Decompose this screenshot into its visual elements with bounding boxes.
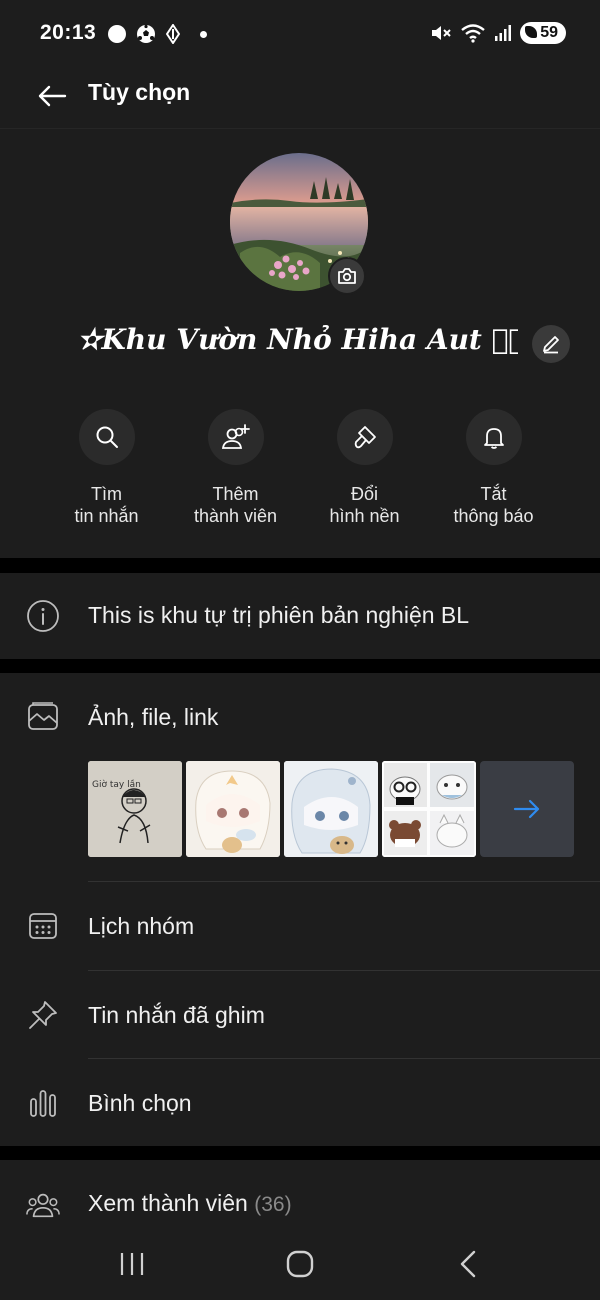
page-title: Tùy chọn — [88, 79, 191, 105]
media-row[interactable]: Ảnh, file, link — [0, 673, 600, 761]
media-strip: Giờ tay lần — [88, 761, 574, 857]
media-thumb[interactable] — [382, 761, 476, 857]
pencil-icon — [543, 336, 559, 354]
group-description: This is khu tự trị phiên bản nghiện BL — [88, 602, 470, 628]
quick-actions: Tìm tin nhắn Thêm thành viên Đổi hình nề… — [42, 409, 558, 527]
action-add-members[interactable]: Thêm thành viên — [171, 409, 300, 527]
media-thumb[interactable] — [284, 761, 378, 857]
description-row[interactable]: This is khu tự trị phiên bản nghiện BL — [0, 573, 600, 659]
info-icon — [26, 599, 60, 633]
menu-item-label: Bình chọn — [88, 1090, 192, 1116]
action-circle[interactable] — [207, 409, 264, 465]
search-icon — [96, 426, 118, 448]
media-thumb[interactable]: Giờ tay lần — [88, 761, 182, 857]
app-bar: Tùy chọn — [0, 66, 600, 128]
media-label: Ảnh, file, link — [88, 704, 219, 730]
members-section: Xem thành viên (36) — [0, 1160, 600, 1226]
recent-apps-icon — [120, 1253, 144, 1275]
calendar-icon — [26, 909, 60, 943]
change-avatar-button[interactable] — [328, 257, 366, 295]
back-button[interactable] — [32, 76, 72, 116]
home-icon — [286, 1250, 314, 1278]
action-search-messages[interactable]: Tìm tin nhắn — [42, 409, 171, 527]
arrow-right-icon — [513, 799, 540, 819]
view-members-label: Xem thành viên (36) — [88, 1190, 292, 1217]
menu-item-pinned-messages[interactable]: Tin nhắn đã ghim — [0, 971, 600, 1059]
system-nav-bar — [0, 1226, 600, 1300]
status-time: 20:13 — [40, 21, 97, 44]
poll-icon — [26, 1086, 60, 1120]
nav-back-icon — [460, 1250, 476, 1278]
paint-brush-icon — [354, 426, 376, 449]
group-options-section: Ảnh, file, link Giờ tay lần Lịch nhóm Ti… — [0, 673, 600, 1146]
bell-icon — [483, 428, 504, 449]
edit-name-button[interactable] — [532, 325, 570, 363]
action-change-background[interactable]: Đổi hình nền — [300, 409, 429, 527]
pin-icon — [26, 998, 60, 1032]
soccer-ball-icon — [137, 24, 155, 43]
status-left-icons — [108, 24, 207, 44]
members-count: (36) — [254, 1193, 292, 1216]
group-name: ✫Khu Vườn Nhỏ Hiha Aut ͙⃟ ↬ ₊ ☯ — [78, 323, 518, 356]
add-user-icon — [221, 424, 250, 449]
home-button[interactable] — [280, 1244, 320, 1284]
status-bar: 20:13 59 — [0, 0, 600, 66]
circle-icon — [108, 25, 126, 43]
mute-icon — [432, 26, 451, 40]
action-mute-notifications[interactable]: Tắt thông báo — [429, 409, 558, 527]
action-label: Đổi hình nền — [329, 484, 400, 526]
action-label: Tìm tin nhắn — [74, 484, 139, 526]
images-icon — [26, 700, 60, 734]
menu-item-label: Tin nhắn đã ghim — [88, 1002, 265, 1028]
description-section[interactable]: This is khu tự trị phiên bản nghiện BL — [0, 573, 600, 659]
group-icon — [26, 1188, 60, 1222]
menu-item-label: Lịch nhóm — [88, 913, 195, 939]
menu-item-polls[interactable]: Bình chọn — [0, 1059, 600, 1147]
media-thumb[interactable] — [186, 761, 280, 857]
nav-back-button[interactable] — [448, 1244, 488, 1284]
status-right-icons: 59 — [430, 22, 566, 44]
action-circle[interactable] — [336, 409, 393, 465]
action-circle[interactable] — [78, 409, 135, 465]
diamond-icon — [166, 24, 180, 44]
dot-icon — [200, 30, 207, 38]
group-header: ✫Khu Vườn Nhỏ Hiha Aut ͙⃟ ↬ ₊ ☯ Tìm tin … — [0, 128, 600, 558]
camera-icon — [338, 268, 356, 284]
recent-apps-button[interactable] — [112, 1244, 152, 1284]
arrow-left-icon — [38, 85, 67, 107]
menu-item-calendar[interactable]: Lịch nhóm — [0, 882, 600, 970]
members-label-text: Xem thành viên — [88, 1190, 248, 1216]
wifi-icon — [461, 24, 485, 43]
signal-icon — [495, 25, 512, 41]
action-label: Tắt thông báo — [453, 484, 534, 526]
action-label: Thêm thành viên — [193, 484, 278, 526]
see-all-media-button[interactable] — [480, 761, 574, 857]
battery-icon: 59 — [520, 22, 566, 44]
battery-level: 59 — [540, 24, 558, 41]
action-circle[interactable] — [465, 409, 522, 465]
